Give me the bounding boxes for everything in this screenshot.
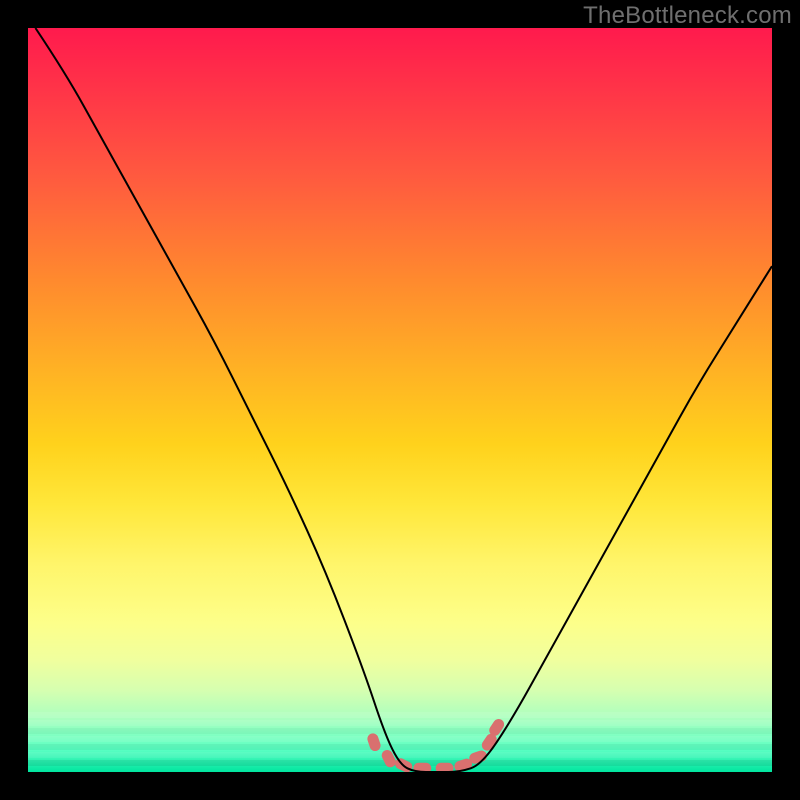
watermark-text: TheBottleneck.com [583, 2, 792, 30]
chart-frame: TheBottleneck.com [0, 0, 800, 800]
valley-marker [436, 763, 454, 772]
valley-marker [366, 732, 382, 753]
bottleneck-curve [35, 28, 772, 772]
valley-markers [366, 717, 506, 772]
chart-svg [28, 28, 772, 772]
plot-area [28, 28, 772, 772]
valley-marker [380, 748, 398, 769]
